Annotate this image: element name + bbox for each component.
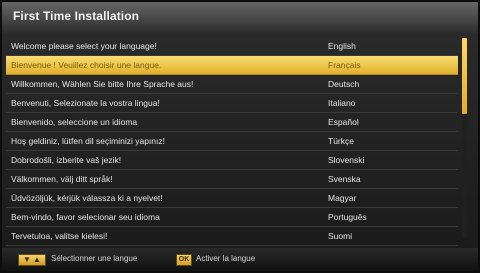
screen: First Time Installation Welcome please s… [0,0,480,273]
screen-border [0,0,480,273]
